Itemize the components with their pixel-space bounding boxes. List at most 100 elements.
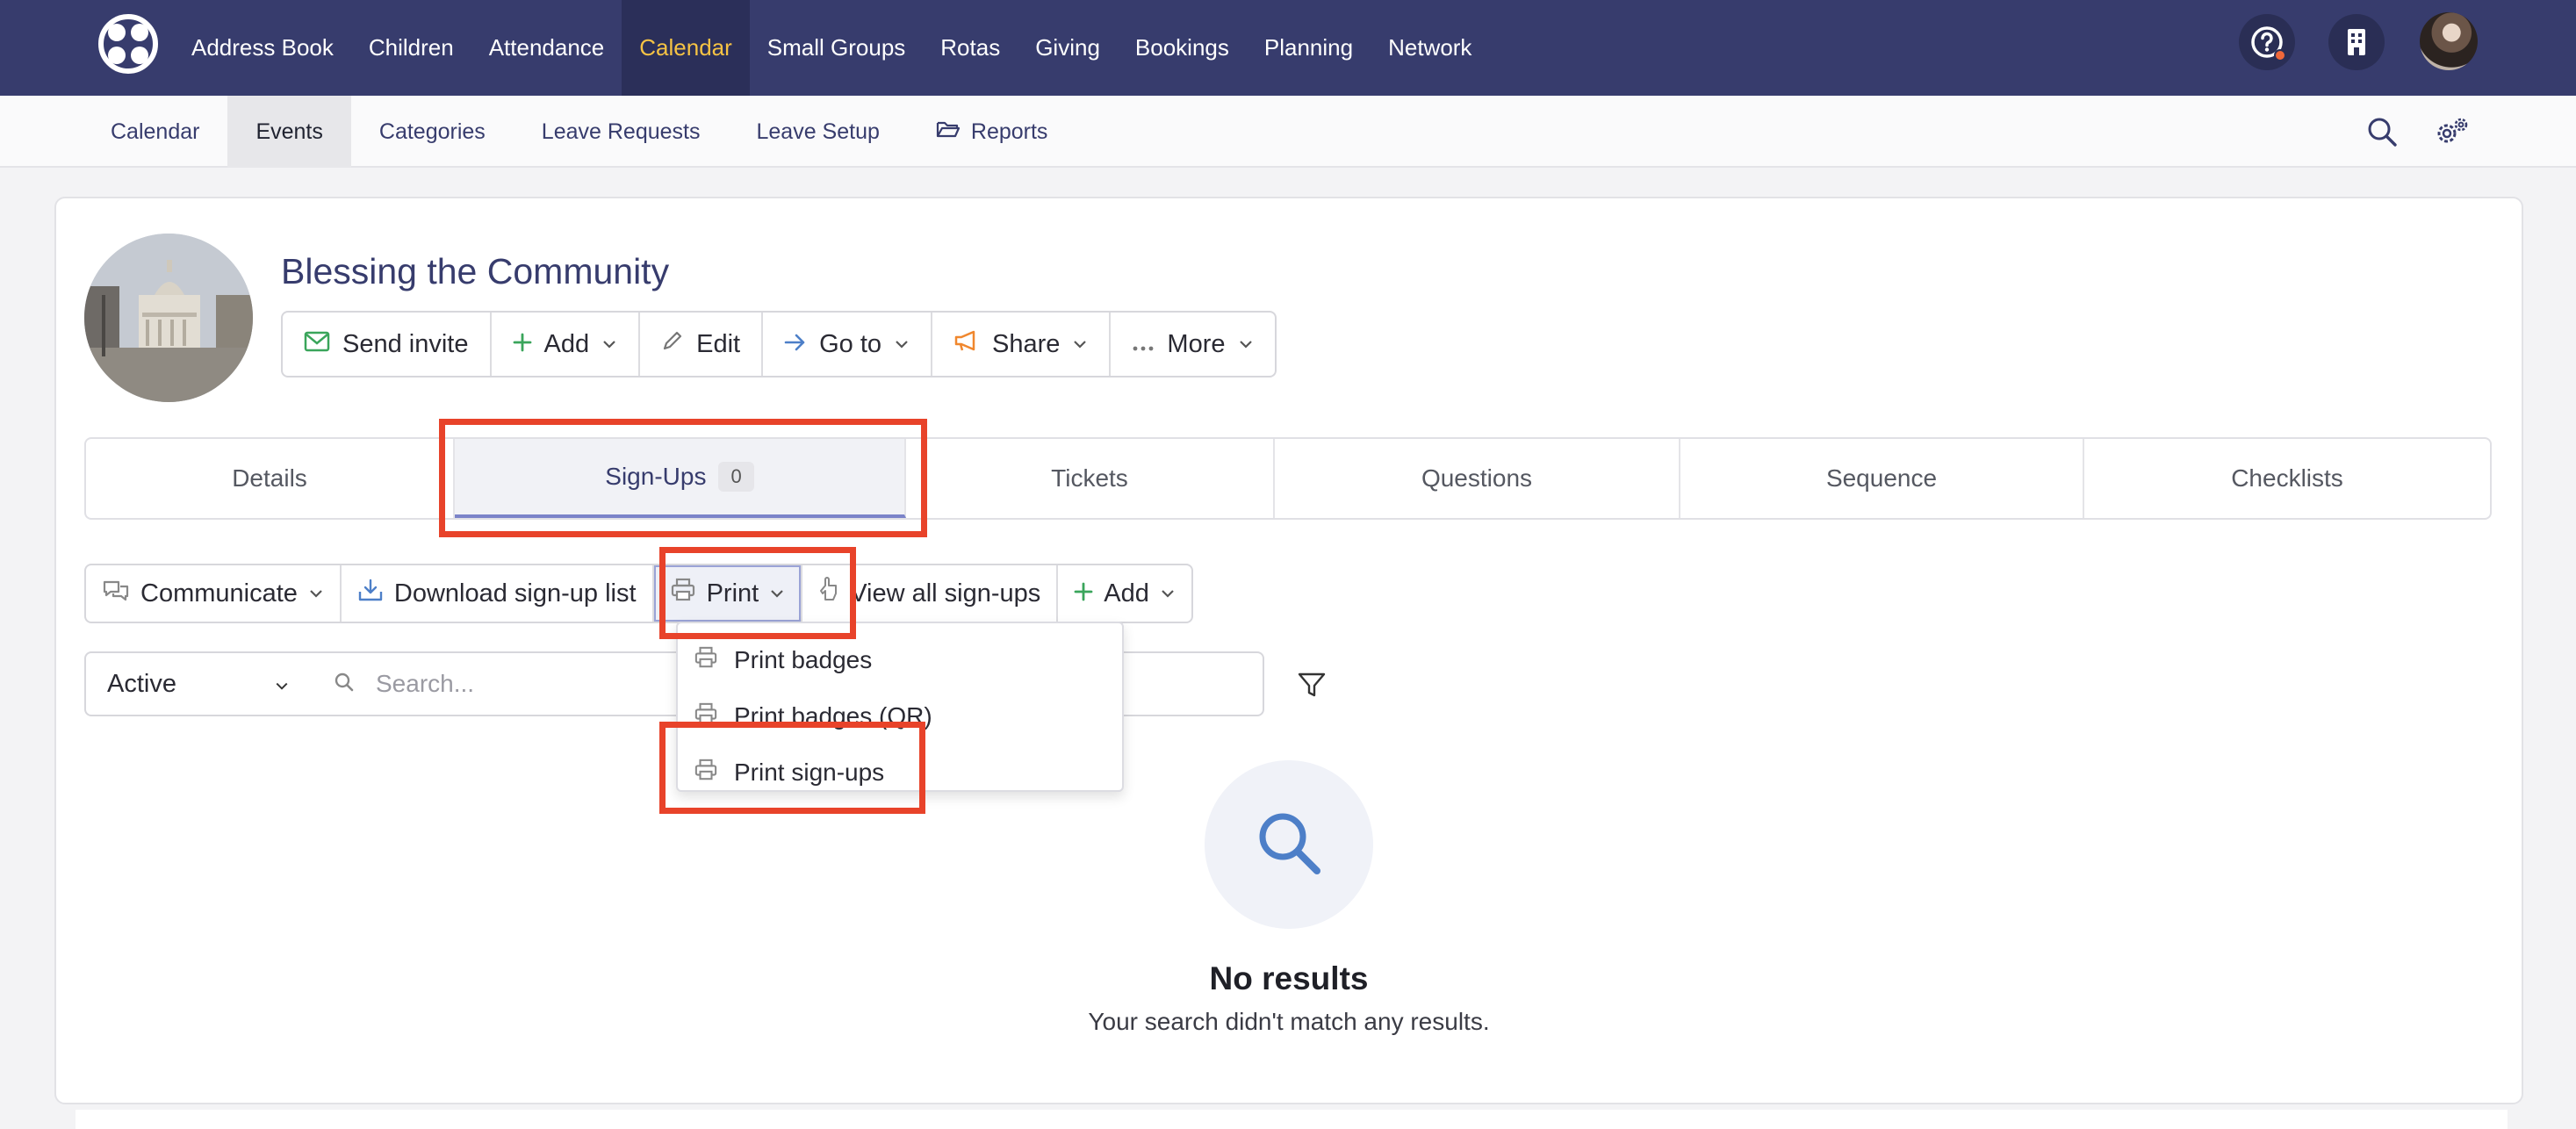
tab-sign-ups[interactable]: Sign-Ups 0 bbox=[455, 439, 906, 518]
user-avatar[interactable] bbox=[2420, 12, 2478, 70]
chevron-down-icon bbox=[769, 586, 785, 601]
tab-label: Details bbox=[232, 464, 307, 492]
sub-nav-categories[interactable]: Categories bbox=[351, 96, 514, 168]
sub-nav-reports[interactable]: Reports bbox=[908, 96, 1076, 168]
print-label: Print bbox=[706, 579, 759, 608]
view-all-label: View all sign-ups bbox=[850, 579, 1041, 608]
print-badges-qr-item[interactable]: Print badges (QR) bbox=[678, 688, 1122, 744]
menu-item-label: Print sign-ups bbox=[734, 759, 885, 786]
add-label: Add bbox=[543, 329, 590, 358]
top-nav-small-groups[interactable]: Small Groups bbox=[750, 0, 924, 96]
print-sign-ups-item[interactable]: Print sign-ups bbox=[678, 744, 1122, 801]
folder-open-icon bbox=[936, 119, 961, 145]
sub-nav-label: Leave Requests bbox=[541, 119, 701, 144]
tab-tickets[interactable]: Tickets bbox=[906, 439, 1275, 518]
sign-ups-count-badge: 0 bbox=[718, 462, 754, 492]
print-badges-item[interactable]: Print badges bbox=[678, 632, 1122, 688]
search-icon bbox=[334, 672, 355, 697]
sub-nav-events[interactable]: Events bbox=[227, 96, 351, 168]
empty-state-illustration bbox=[1205, 760, 1373, 929]
pointer-icon bbox=[818, 577, 839, 610]
top-nav-network[interactable]: Network bbox=[1371, 0, 1489, 96]
tab-questions[interactable]: Questions bbox=[1275, 439, 1680, 518]
top-nav-attendance[interactable]: Attendance bbox=[471, 0, 622, 96]
add-menu-button[interactable]: Add bbox=[492, 313, 641, 376]
empty-state-subtitle: Your search didn't match any results. bbox=[1088, 1008, 1490, 1035]
event-tabs: Details Sign-Ups 0 Tickets Questions Seq… bbox=[84, 437, 2492, 520]
tab-sequence[interactable]: Sequence bbox=[1680, 439, 2084, 518]
event-action-bar: Send invite Add Edit Go to Share More bbox=[281, 311, 1277, 378]
help-icon[interactable] bbox=[2239, 14, 2295, 70]
sub-nav-menu: Calendar Events Categories Leave Request… bbox=[83, 96, 1076, 168]
sub-nav-leave-requests[interactable]: Leave Requests bbox=[514, 96, 729, 168]
top-nav-calendar[interactable]: Calendar bbox=[622, 0, 750, 96]
go-to-label: Go to bbox=[819, 329, 882, 358]
top-nav-planning[interactable]: Planning bbox=[1247, 0, 1371, 96]
filter-funnel-icon[interactable] bbox=[1294, 667, 1329, 702]
sub-nav-label: Calendar bbox=[111, 119, 200, 144]
download-label: Download sign-up list bbox=[393, 579, 637, 608]
add-sign-up-button[interactable]: Add bbox=[1058, 565, 1191, 622]
next-card-edge bbox=[76, 1110, 2508, 1129]
top-nav-menu: Address Book Children Attendance Calenda… bbox=[174, 0, 1489, 96]
communicate-label: Communicate bbox=[140, 579, 298, 608]
chat-bubbles-icon bbox=[102, 579, 130, 608]
send-invite-label: Send invite bbox=[342, 329, 469, 358]
sub-nav-label: Categories bbox=[378, 119, 486, 144]
event-photo bbox=[84, 234, 253, 402]
top-nav-address-book[interactable]: Address Book bbox=[174, 0, 351, 96]
send-invite-button[interactable]: Send invite bbox=[283, 313, 492, 376]
chevron-down-icon bbox=[1238, 336, 1254, 352]
sub-nav-label: Events bbox=[255, 119, 323, 144]
ellipsis-icon bbox=[1132, 330, 1155, 359]
top-nav-rotas[interactable]: Rotas bbox=[923, 0, 1018, 96]
top-nav-bookings[interactable]: Bookings bbox=[1118, 0, 1247, 96]
chevron-down-icon bbox=[1160, 586, 1176, 601]
view-all-sign-ups-button[interactable]: View all sign-ups bbox=[802, 565, 1059, 622]
sub-nav-label: Reports bbox=[970, 119, 1048, 144]
download-sign-up-list-button[interactable]: Download sign-up list bbox=[342, 565, 654, 622]
share-menu-button[interactable]: Share bbox=[932, 313, 1112, 376]
chevron-down-icon bbox=[894, 336, 910, 352]
edit-label: Edit bbox=[696, 329, 741, 358]
printer-icon bbox=[694, 759, 718, 787]
notification-dot bbox=[2274, 49, 2286, 61]
settings-gears-icon[interactable] bbox=[2434, 113, 2471, 150]
chevron-down-icon bbox=[601, 336, 617, 352]
plus-icon bbox=[513, 330, 532, 359]
add-label: Add bbox=[1104, 579, 1149, 608]
printer-icon bbox=[694, 646, 718, 675]
chevron-down-icon bbox=[1072, 336, 1088, 352]
tab-label: Tickets bbox=[1051, 464, 1128, 492]
tab-checklists[interactable]: Checklists bbox=[2084, 439, 2490, 518]
print-menu-button[interactable]: Print bbox=[653, 565, 803, 622]
arrow-right-icon bbox=[784, 330, 807, 359]
edit-button[interactable]: Edit bbox=[640, 313, 764, 376]
tab-label: Sign-Ups bbox=[605, 463, 707, 490]
building-icon[interactable] bbox=[2328, 14, 2385, 70]
megaphone-icon bbox=[953, 329, 980, 359]
top-nav-giving[interactable]: Giving bbox=[1018, 0, 1118, 96]
top-nav-children[interactable]: Children bbox=[351, 0, 471, 96]
app-logo-icon[interactable] bbox=[97, 12, 160, 76]
communicate-button[interactable]: Communicate bbox=[86, 565, 342, 622]
status-filter-select[interactable]: Active bbox=[84, 651, 313, 716]
plus-icon bbox=[1074, 579, 1093, 608]
search-icon[interactable] bbox=[2364, 113, 2400, 150]
sub-navigation: Calendar Events Categories Leave Request… bbox=[0, 96, 2576, 168]
menu-item-label: Print badges (QR) bbox=[734, 702, 932, 730]
share-label: Share bbox=[992, 329, 1061, 358]
tab-details[interactable]: Details bbox=[86, 439, 455, 518]
go-to-menu-button[interactable]: Go to bbox=[763, 313, 933, 376]
more-menu-button[interactable]: More bbox=[1111, 313, 1274, 376]
empty-state-title: No results bbox=[1209, 960, 1369, 996]
menu-item-label: Print badges bbox=[734, 646, 873, 673]
pencil-icon bbox=[661, 329, 684, 359]
top-navigation: Address Book Children Attendance Calenda… bbox=[0, 0, 2576, 96]
sub-nav-calendar[interactable]: Calendar bbox=[83, 96, 227, 168]
sub-nav-label: Leave Setup bbox=[756, 119, 880, 144]
magnifier-icon bbox=[1254, 808, 1324, 882]
sub-nav-leave-setup[interactable]: Leave Setup bbox=[728, 96, 907, 168]
printer-icon bbox=[670, 578, 696, 609]
status-filter-value: Active bbox=[107, 669, 176, 698]
